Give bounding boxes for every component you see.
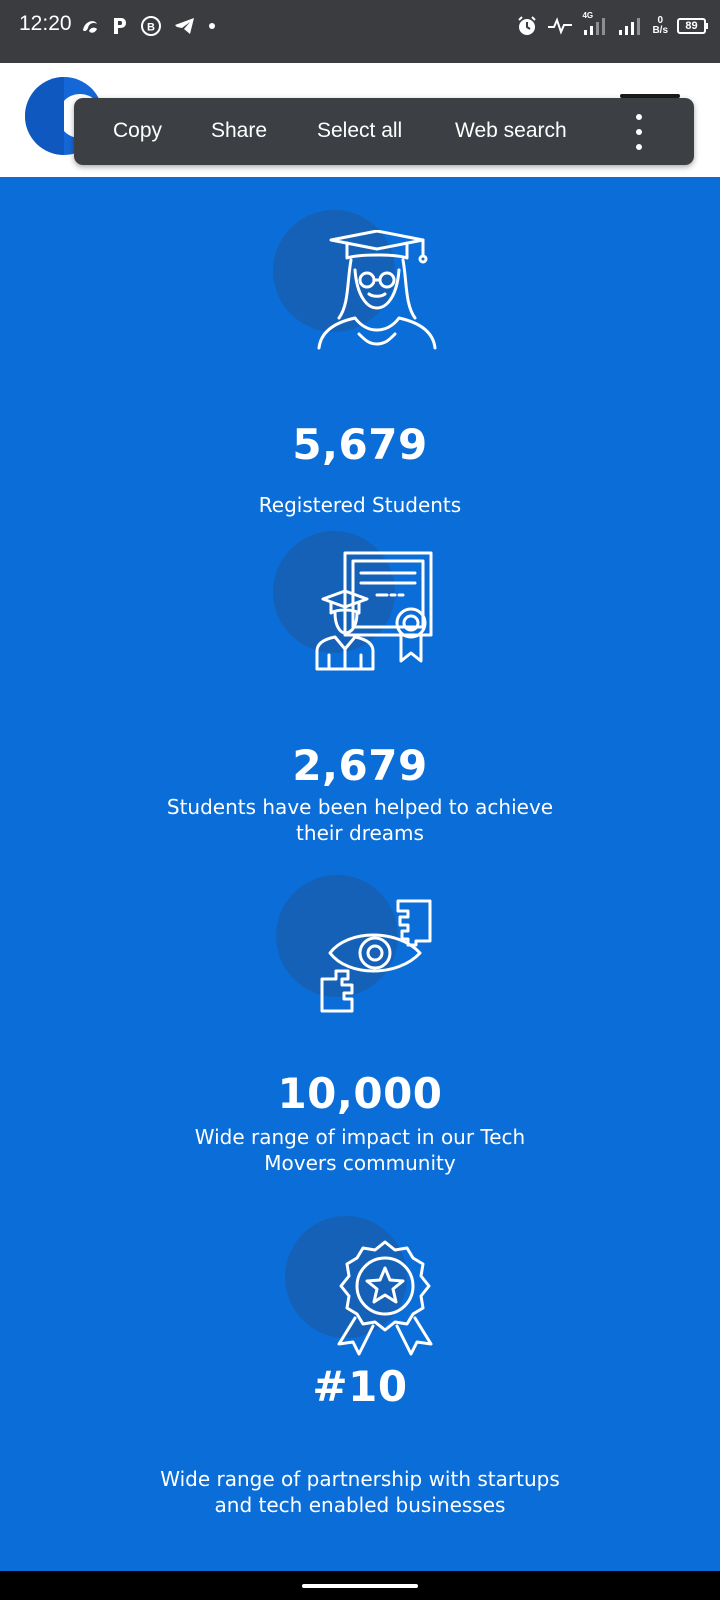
stat-label: Registered Students [258, 493, 462, 517]
status-time: 12:20 [19, 12, 72, 35]
web-search-button[interactable]: Web search [455, 119, 567, 143]
award-badge-icon [337, 1240, 433, 1356]
vision-icon [320, 899, 432, 1013]
signal-icon-2 [619, 18, 641, 35]
dot-icon [209, 23, 215, 29]
stat-value: 10,000 [277, 1069, 443, 1118]
system-icons: 4G 0 B/s 89 [516, 11, 708, 40]
alarm-icon [518, 16, 537, 35]
stats-section: 5,679 Registered Students 2,679 Students… [0, 177, 720, 1571]
telegram-icon [175, 18, 194, 34]
share-button[interactable]: Share [211, 119, 267, 143]
activity-icon [548, 17, 573, 35]
stat-label: Wide range of impact in our Tech Movers … [194, 1125, 526, 1175]
speed-unit: B/s [652, 25, 668, 36]
stat-value: 2,679 [292, 741, 428, 790]
stat-value: #10 [312, 1362, 408, 1411]
network-speed: 0 B/s [652, 16, 668, 36]
battery-level: 89 [685, 20, 698, 32]
p-icon [114, 18, 126, 34]
more-vertical-icon[interactable] [624, 114, 654, 150]
b-circle-icon: B [141, 16, 161, 36]
svg-text:B: B [147, 22, 155, 34]
battery-icon: 89 [677, 18, 708, 34]
stat-label: Wide range of partnership with startups … [160, 1467, 560, 1517]
text-selection-toolbar: Copy Share Select all Web search [74, 98, 694, 165]
navigation-bar [0, 1571, 720, 1600]
stat-value: 5,679 [292, 420, 428, 469]
copy-button[interactable]: Copy [113, 119, 162, 143]
certificate-icon [315, 551, 433, 671]
signal-4g: 4G [582, 11, 608, 38]
select-all-button[interactable]: Select all [317, 119, 402, 143]
swirl-icon [83, 21, 97, 33]
graduate-icon [317, 230, 437, 350]
notification-icons: B [80, 12, 216, 40]
status-bar: 12:20 B 4G 0 B/s 89 [0, 0, 720, 63]
signal-icon-1 [584, 18, 606, 35]
home-gesture-handle[interactable] [302, 1584, 418, 1588]
stat-label: Students have been helped to achieve the… [166, 795, 554, 845]
